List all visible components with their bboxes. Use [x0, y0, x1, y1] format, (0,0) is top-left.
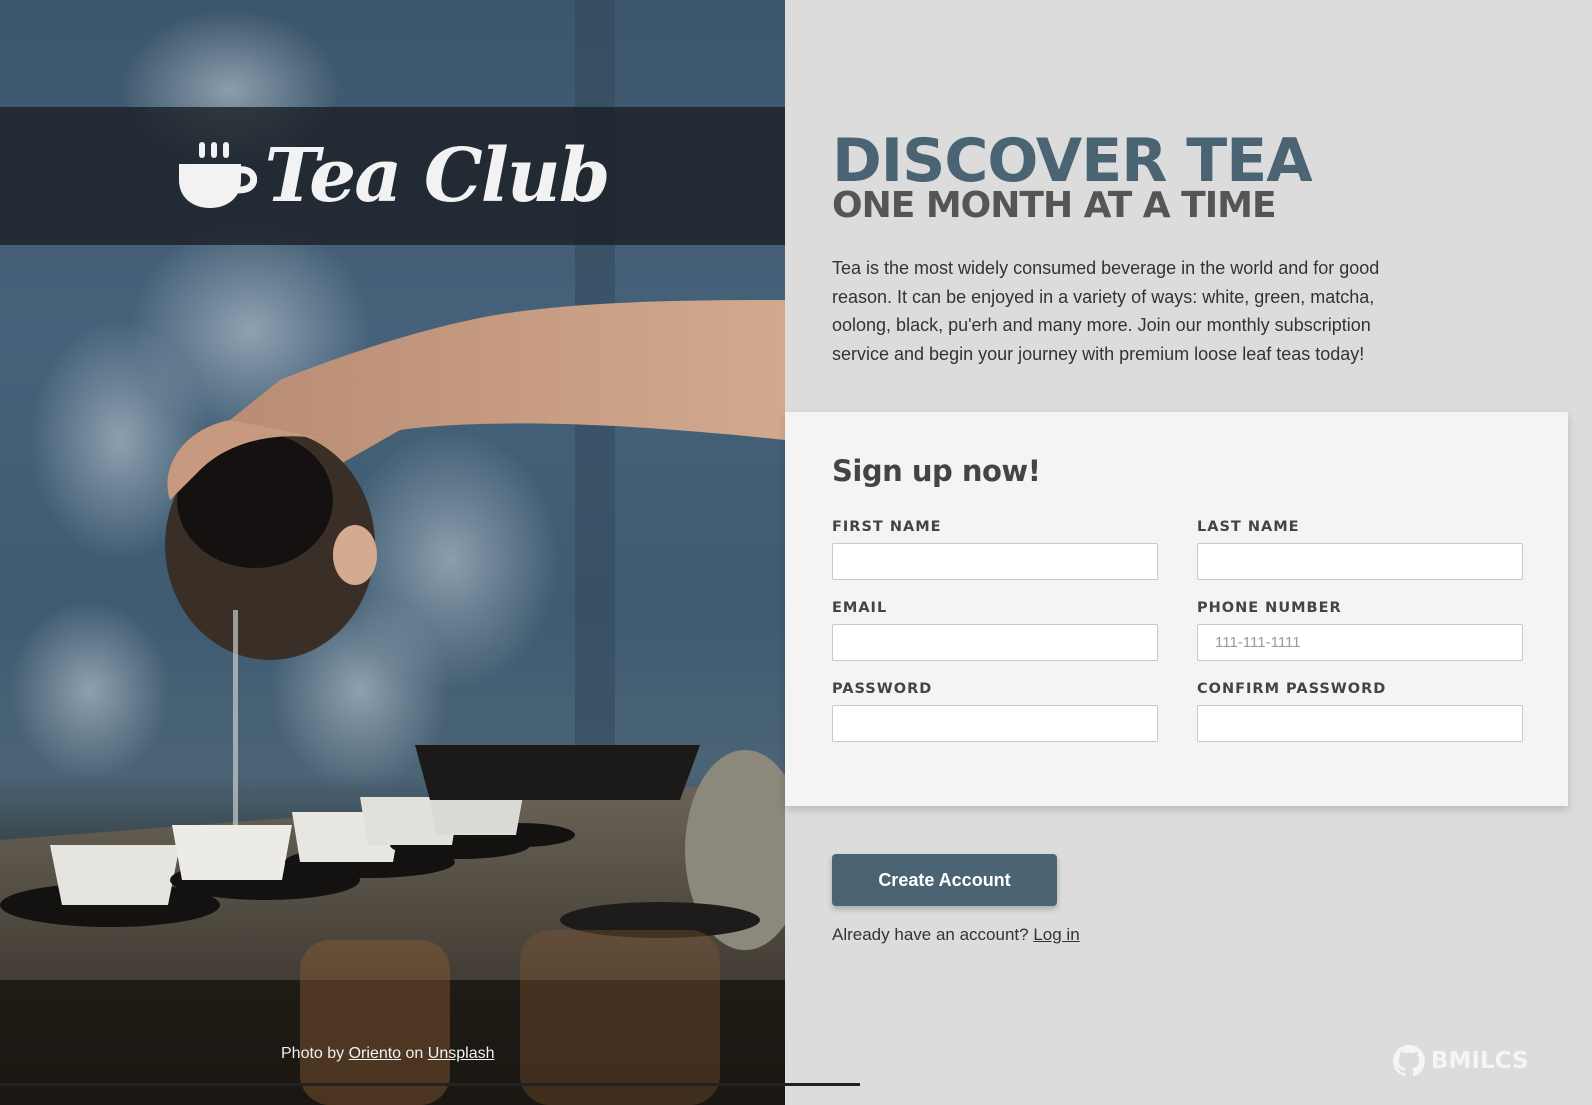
- phone-label: PHONE NUMBER: [1197, 600, 1342, 616]
- confirm-password-input[interactable]: [1197, 705, 1523, 742]
- hero-image: Tea Club Photo by Oriento on Unsplash: [0, 0, 785, 1105]
- credit-prefix: Photo by: [281, 1045, 345, 1062]
- last-name-field: LAST NAME: [1197, 519, 1523, 580]
- email-field: EMAIL: [832, 600, 1158, 661]
- github-label: BMILCS: [1431, 1048, 1529, 1074]
- credit-middle: on: [405, 1045, 424, 1062]
- confirm-password-label: CONFIRM PASSWORD: [1197, 681, 1387, 697]
- brand-name: Tea Club: [264, 133, 611, 219]
- signup-form: Sign up now! FIRST NAME LAST NAME EMAIL …: [785, 412, 1568, 806]
- coffee-cup-icon: [178, 142, 257, 208]
- github-icon: [1393, 1045, 1425, 1077]
- github-badge[interactable]: BMILCS: [1393, 1045, 1529, 1077]
- unsplash-link[interactable]: Unsplash: [428, 1045, 495, 1062]
- intro-blurb: Tea is the most widely consumed beverage…: [832, 258, 1380, 364]
- last-name-label: LAST NAME: [1197, 519, 1300, 535]
- create-account-button[interactable]: Create Account: [832, 854, 1057, 906]
- first-name-input[interactable]: [832, 543, 1158, 580]
- first-name-label: FIRST NAME: [832, 519, 942, 535]
- login-link[interactable]: Log in: [1033, 925, 1079, 944]
- last-name-input[interactable]: [1197, 543, 1523, 580]
- password-input[interactable]: [832, 705, 1158, 742]
- brand-banner: Tea Club: [0, 107, 785, 245]
- subheadline: ONE MONTH AT A TIME: [832, 185, 1277, 226]
- first-name-field: FIRST NAME: [832, 519, 1158, 580]
- form-title: Sign up now!: [832, 454, 1041, 488]
- phone-input[interactable]: [1197, 624, 1523, 661]
- password-field: PASSWORD: [832, 681, 1158, 742]
- intro: DISCOVER TEA ONE MONTH AT A TIME Tea is …: [832, 130, 1452, 368]
- photographer-link[interactable]: Oriento: [349, 1045, 401, 1062]
- headline: DISCOVER TEA: [832, 126, 1313, 196]
- signup-section: DISCOVER TEA ONE MONTH AT A TIME Tea is …: [785, 0, 1592, 1105]
- login-prompt: Already have an account? Log in: [832, 925, 1080, 945]
- confirm-password-field: CONFIRM PASSWORD: [1197, 681, 1523, 742]
- bottom-divider: [0, 1083, 860, 1086]
- email-input[interactable]: [832, 624, 1158, 661]
- phone-field: PHONE NUMBER: [1197, 600, 1523, 661]
- email-label: EMAIL: [832, 600, 888, 616]
- password-label: PASSWORD: [832, 681, 933, 697]
- login-prompt-text: Already have an account?: [832, 925, 1029, 944]
